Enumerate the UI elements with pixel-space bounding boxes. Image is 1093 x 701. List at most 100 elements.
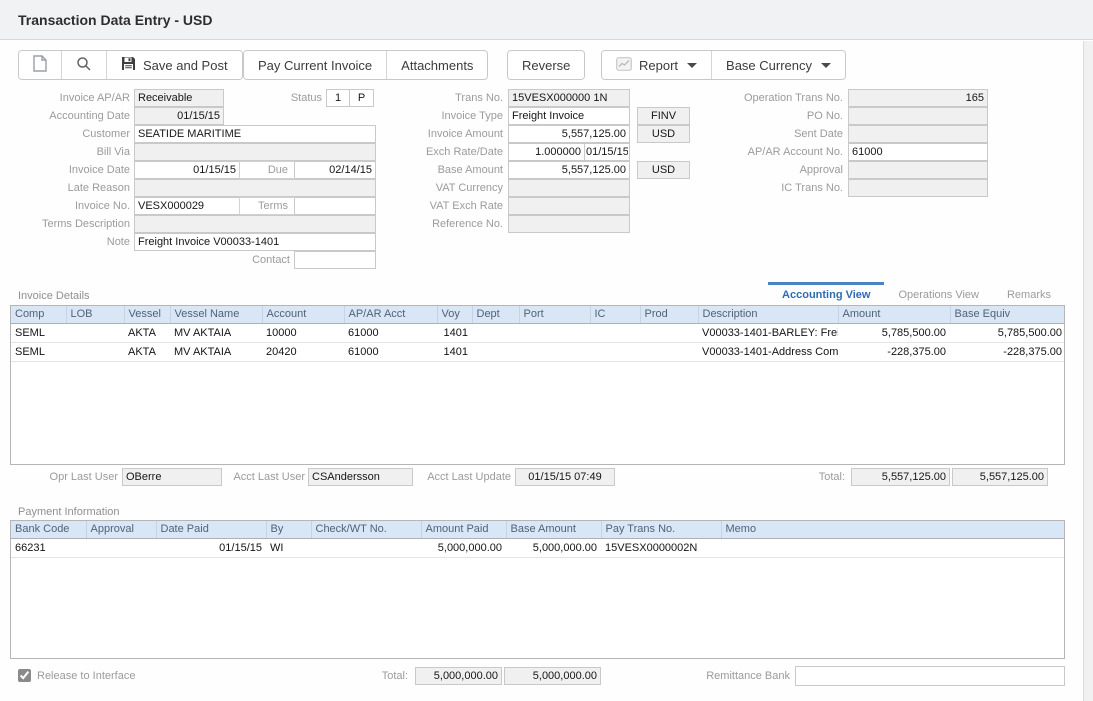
ic-trans-no-field[interactable] (848, 179, 988, 197)
toolbar-group-invoice: Pay Current Invoice Attachments (243, 50, 488, 80)
invoice-amount-field[interactable] (508, 125, 630, 143)
trans-no-field[interactable] (508, 89, 630, 107)
po-no-field[interactable] (848, 107, 988, 125)
cell-dept (472, 342, 519, 361)
cell-date-paid: 01/15/15 (156, 538, 266, 557)
cell-approval (86, 538, 156, 557)
cell-apar-acct: 61000 (344, 323, 437, 342)
tab-accounting-view[interactable]: Accounting View (768, 282, 884, 304)
payment-information-table: Bank Code Approval Date Paid By Check/WT… (11, 521, 1065, 558)
search-button[interactable] (62, 51, 107, 79)
cell-memo (721, 538, 1065, 557)
cell-lob (66, 323, 124, 342)
invoice-detail-row[interactable]: SEML AKTA MV AKTAIA 20420 61000 1401 V00… (11, 342, 1065, 361)
cell-vessel: AKTA (124, 342, 170, 361)
reference-no-field[interactable] (508, 215, 630, 233)
cell-base-amount: 5,000,000.00 (506, 538, 601, 557)
status-flag-field[interactable] (349, 89, 374, 107)
attachments-button[interactable]: Attachments (387, 51, 487, 79)
late-reason-label: Late Reason (10, 179, 130, 197)
exch-date-field[interactable] (584, 143, 630, 161)
status-code-field[interactable] (326, 89, 350, 107)
approval-field[interactable] (848, 161, 988, 179)
toolbar-group-file: Save and Post (18, 50, 243, 80)
col-date-paid: Date Paid (156, 521, 266, 538)
invoice-type-code-field[interactable] (637, 107, 690, 125)
invoice-ap-ar-label: Invoice AP/AR (10, 89, 130, 107)
cell-vessel: AKTA (124, 323, 170, 342)
invoice-currency-field[interactable] (637, 125, 690, 143)
save-and-post-label: Save and Post (143, 58, 228, 73)
base-currency-button[interactable]: Base Currency (712, 51, 845, 79)
attachments-label: Attachments (401, 58, 473, 73)
invoice-details-header-row: Comp LOB Vessel Vessel Name Account AP/A… (11, 306, 1065, 323)
vat-currency-field[interactable] (508, 179, 630, 197)
ap-ar-account-no-field[interactable] (848, 143, 988, 161)
invoice-ap-ar-field[interactable] (134, 89, 224, 107)
base-amount-field[interactable] (508, 161, 630, 179)
payment-total-label: Total: (358, 667, 408, 685)
col-voy: Voy (437, 306, 472, 323)
cell-account: 20420 (262, 342, 344, 361)
new-document-button[interactable] (19, 51, 62, 79)
acct-last-update-label: Acct Last Update (422, 468, 511, 486)
window-title: Transaction Data Entry - USD (18, 12, 213, 28)
base-currency-code-field[interactable] (637, 161, 690, 179)
col-by: By (266, 521, 311, 538)
terms-description-label: Terms Description (10, 215, 130, 233)
cell-apar-acct: 61000 (344, 342, 437, 361)
invoice-date-field[interactable] (134, 161, 240, 179)
contact-field[interactable] (294, 251, 376, 269)
chevron-down-icon (687, 63, 697, 68)
tab-remarks[interactable]: Remarks (993, 282, 1065, 304)
late-reason-field[interactable] (134, 179, 376, 197)
save-and-post-button[interactable]: Save and Post (107, 51, 242, 79)
release-to-interface-checkbox[interactable] (18, 669, 31, 682)
payment-row[interactable]: 66231 01/15/15 WI 5,000,000.00 5,000,000… (11, 538, 1065, 557)
acct-last-user-field[interactable] (308, 468, 413, 486)
invoice-type-field[interactable] (508, 107, 630, 125)
trans-no-label: Trans No. (385, 89, 503, 107)
reverse-label: Reverse (522, 58, 570, 73)
terms-field[interactable] (294, 197, 376, 215)
col-amount: Amount (838, 306, 950, 323)
col-vessel: Vessel (124, 306, 170, 323)
accounting-date-field[interactable] (134, 107, 224, 125)
remittance-bank-label: Remittance Bank (690, 667, 790, 685)
cell-voy: 1401 (437, 323, 472, 342)
vertical-scrollbar[interactable] (1083, 41, 1093, 701)
sent-date-field[interactable] (848, 125, 988, 143)
reverse-button[interactable]: Reverse (508, 51, 584, 79)
col-lob: LOB (66, 306, 124, 323)
operation-trans-no-field[interactable] (848, 89, 988, 107)
vat-exch-rate-field[interactable] (508, 197, 630, 215)
vat-exch-rate-label: VAT Exch Rate (385, 197, 503, 215)
invoice-no-field[interactable] (134, 197, 240, 215)
remittance-bank-field[interactable] (795, 666, 1065, 686)
invoice-details-grid: Comp LOB Vessel Vessel Name Account AP/A… (10, 305, 1065, 465)
acct-last-update-field[interactable] (515, 468, 615, 486)
report-button[interactable]: Report (602, 51, 712, 79)
customer-field[interactable] (134, 125, 376, 143)
exch-rate-field[interactable] (508, 143, 585, 161)
invoice-total-base-equiv-field (952, 468, 1048, 486)
cell-amount: 5,785,500.00 (838, 323, 950, 342)
cell-description: V00033-1401-BARLEY: Freig... (698, 323, 838, 342)
pay-current-invoice-button[interactable]: Pay Current Invoice (244, 51, 387, 79)
tab-operations-view[interactable]: Operations View (884, 282, 993, 304)
save-icon (121, 56, 136, 74)
note-field[interactable] (134, 233, 376, 251)
opr-last-user-field[interactable] (122, 468, 222, 486)
invoice-detail-row[interactable]: SEML AKTA MV AKTAIA 10000 61000 1401 V00… (11, 323, 1065, 342)
sent-date-label: Sent Date (705, 125, 843, 143)
chevron-down-icon (821, 63, 831, 68)
due-date-field[interactable] (294, 161, 376, 179)
invoice-type-label: Invoice Type (385, 107, 503, 125)
cell-lob (66, 342, 124, 361)
opr-last-user-label: Opr Last User (10, 468, 118, 486)
ic-trans-no-label: IC Trans No. (705, 179, 843, 197)
invoice-details-section-label: Invoice Details (18, 290, 90, 302)
approval-label: Approval (705, 161, 843, 179)
terms-description-field[interactable] (134, 215, 376, 233)
bill-via-field[interactable] (134, 143, 376, 161)
